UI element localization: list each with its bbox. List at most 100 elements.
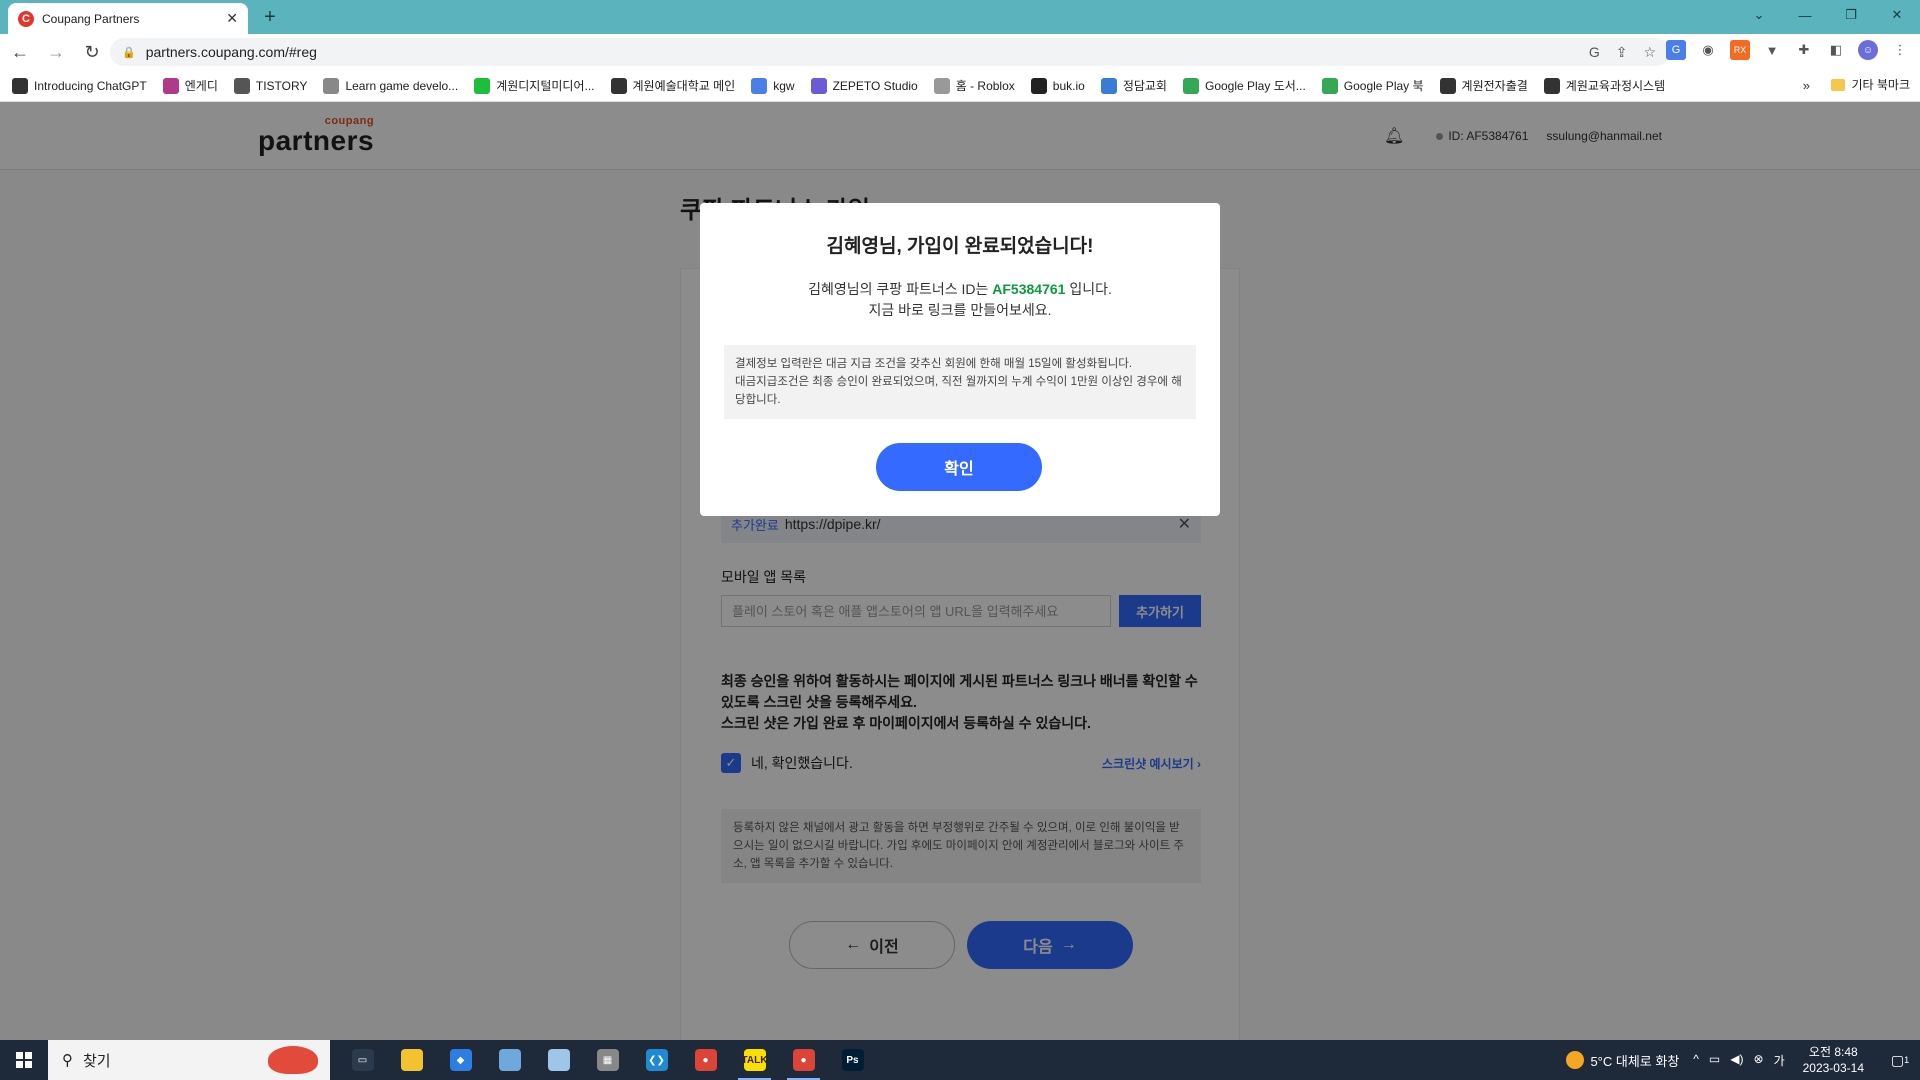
bookmark-item[interactable]: Google Play 북: [1321, 77, 1424, 94]
bookmarks-overflow-icon[interactable]: »: [1803, 78, 1810, 93]
taskbar-app-paint[interactable]: [534, 1040, 583, 1080]
payment-note-line1: 결제정보 입력란은 대금 지급 조건을 갖추신 회원에 한해 매월 15일에 활…: [735, 358, 1133, 370]
bookmark-item[interactable]: 계원전자출결: [1439, 77, 1528, 94]
clock[interactable]: 오전 8:48 2023-03-14: [1803, 1044, 1864, 1076]
taskbar-app-notepad[interactable]: [485, 1040, 534, 1080]
restore-button[interactable]: ❐: [1828, 0, 1874, 30]
bookmark-label: Google Play 도서...: [1204, 79, 1306, 93]
taskbar-app-calculator[interactable]: ▦: [583, 1040, 632, 1080]
camera-extension-icon[interactable]: ◉: [1698, 40, 1718, 60]
share-icon[interactable]: ⇪: [1616, 44, 1628, 61]
kakaotalk-icon: TALK: [742, 1049, 767, 1071]
bookmark-label: Google Play 북: [1343, 79, 1424, 93]
tab-coupang-partners[interactable]: C Coupang Partners ✕: [8, 3, 248, 34]
payment-note: 결제정보 입력란은 대금 지급 조건을 갖추신 회원에 한해 매월 15일에 활…: [724, 345, 1196, 419]
bookmark-favicon-icon: [810, 77, 827, 94]
bookmark-item[interactable]: Learn game develo...: [323, 77, 458, 94]
notepad-icon: [498, 1049, 521, 1071]
windows-taskbar: ⚲ 찾기 ▭ ◆ ▦ ❮❯ ● TALK ● Ps 5°C 대체로 화창 ^ ▭ ◀) ⊗ 가…: [0, 1040, 1920, 1080]
other-bookmarks-label: 기타 북마크: [1851, 78, 1910, 92]
bookmark-label: 정담교회: [1122, 79, 1167, 93]
bookmarks-bar: Introducing ChatGPT 엔게디 TISTORY Learn game …: [0, 70, 1920, 102]
bookmark-favicon-icon: [1182, 77, 1199, 94]
bookmark-star-icon[interactable]: ☆: [1643, 44, 1656, 61]
bookmark-favicon-icon: [751, 77, 768, 94]
google-translate-icon[interactable]: G: [1589, 44, 1600, 61]
bookmark-favicon-icon: [1030, 77, 1047, 94]
address-bar[interactable]: 🔒 partners.coupang.com/#reg G ⇪ ☆: [110, 38, 1670, 66]
search-highlight-icon: [268, 1046, 318, 1074]
bookmark-favicon-icon: [1439, 77, 1456, 94]
windows-logo-icon: [16, 1052, 32, 1068]
taskbar-app-vscode[interactable]: ❮❯: [632, 1040, 681, 1080]
close-tab-icon[interactable]: ✕: [226, 10, 238, 27]
bookmark-label: TISTORY: [255, 78, 308, 93]
bookmark-label: ZEPETO Studio: [832, 78, 918, 93]
tab-search-icon[interactable]: ⌄: [1736, 0, 1782, 30]
bookmark-item[interactable]: 홈 - Roblox: [933, 77, 1015, 94]
taskbar-app-file-explorer[interactable]: [387, 1040, 436, 1080]
start-button[interactable]: [0, 1040, 48, 1080]
bookmark-item[interactable]: 계원교육과정시스템: [1543, 77, 1666, 94]
profile-avatar-icon[interactable]: ☺: [1858, 40, 1878, 60]
translate-extension-icon[interactable]: G: [1666, 40, 1686, 60]
bookmark-favicon-icon: [610, 77, 627, 94]
bookmark-item[interactable]: 정담교회: [1100, 77, 1167, 94]
bookmark-item[interactable]: ZEPETO Studio: [810, 77, 918, 94]
modal-id-line: 김혜영님의 쿠팡 파트너스 ID는 AF5384761 입니다.: [700, 279, 1220, 300]
taskbar-app-blue-app[interactable]: ◆: [436, 1040, 485, 1080]
bookmark-item[interactable]: 계원예술대학교 메인: [610, 77, 736, 94]
minimize-button[interactable]: —: [1782, 0, 1828, 30]
taskbar-app-kakaotalk[interactable]: TALK: [730, 1040, 779, 1080]
payment-note-line2: 대금지급조건은 최종 승인이 완료되었으며, 직전 월까지의 누계 수익이 1만…: [735, 376, 1182, 406]
taskbar-app-chrome[interactable]: ●: [681, 1040, 730, 1080]
extension-icons: G ◉ RX ▼ ✚ ◧ ☺ ⋮: [1666, 40, 1910, 60]
lock-icon[interactable]: 🔒: [122, 46, 136, 59]
bookmark-item[interactable]: kgw: [751, 77, 795, 94]
bookmark-item[interactable]: buk.io: [1030, 77, 1085, 94]
photoshop-icon: Ps: [841, 1049, 864, 1071]
bookmark-label: 홈 - Roblox: [955, 79, 1015, 93]
modal-body-line2: 지금 바로 링크를 만들어보세요.: [868, 302, 1052, 318]
mute-icon[interactable]: ⊗: [1754, 1052, 1764, 1069]
volume-icon[interactable]: ◀): [1730, 1052, 1743, 1069]
network-icon[interactable]: ▭: [1709, 1052, 1720, 1069]
side-panel-icon[interactable]: ◧: [1826, 40, 1846, 60]
modal-body-suffix: 입니다.: [1065, 281, 1112, 297]
notification-icon[interactable]: ▢ 1: [1880, 1040, 1920, 1080]
partner-id: AF5384761: [992, 281, 1066, 297]
other-bookmarks[interactable]: 기타 북마크: [1831, 76, 1910, 93]
bookmark-favicon-icon: [474, 77, 491, 94]
reload-button[interactable]: ↻: [76, 36, 108, 68]
new-tab-button[interactable]: +: [258, 5, 282, 29]
weather-widget[interactable]: 5°C 대체로 화창: [1566, 1051, 1679, 1070]
bookmark-label: 계원예술대학교 메인: [632, 79, 736, 93]
ime-icon[interactable]: 가: [1774, 1052, 1785, 1069]
orange-extension-icon[interactable]: RX: [1730, 40, 1750, 60]
chevron-up-icon[interactable]: ^: [1693, 1052, 1699, 1069]
bookmark-item[interactable]: Introducing ChatGPT: [12, 77, 147, 94]
bookmark-item[interactable]: 엔게디: [162, 77, 218, 94]
bookmark-item[interactable]: 계원디지털미디어...: [474, 77, 595, 94]
close-window-button[interactable]: ✕: [1874, 0, 1920, 30]
bookmark-favicon-icon: [1543, 77, 1560, 94]
v-extension-icon[interactable]: ▼: [1762, 40, 1782, 60]
menu-kebab-icon[interactable]: ⋮: [1890, 40, 1910, 60]
back-button[interactable]: ←: [4, 36, 36, 68]
taskbar-app-photoshop[interactable]: Ps: [828, 1040, 877, 1080]
forward-button[interactable]: →: [40, 36, 72, 68]
puzzle-extensions-icon[interactable]: ✚: [1794, 40, 1814, 60]
taskbar-app-task-view[interactable]: ▭: [338, 1040, 387, 1080]
bookmark-item[interactable]: Google Play 도서...: [1182, 77, 1306, 94]
vscode-icon: ❮❯: [645, 1049, 668, 1071]
url-text[interactable]: partners.coupang.com/#reg: [146, 44, 1589, 60]
bookmark-label: 계원교육과정시스템: [1565, 79, 1666, 93]
tray-icons: ^ ▭ ◀) ⊗ 가: [1693, 1052, 1784, 1069]
confirm-button[interactable]: 확인: [876, 443, 1042, 491]
taskbar-app-chrome-active[interactable]: ●: [779, 1040, 828, 1080]
bookmark-item[interactable]: TISTORY: [233, 77, 308, 94]
chrome-active-icon: ●: [792, 1049, 815, 1071]
search-icon: ⚲: [62, 1052, 73, 1069]
file-explorer-icon: [400, 1049, 423, 1071]
taskbar-search[interactable]: ⚲ 찾기: [48, 1040, 330, 1080]
